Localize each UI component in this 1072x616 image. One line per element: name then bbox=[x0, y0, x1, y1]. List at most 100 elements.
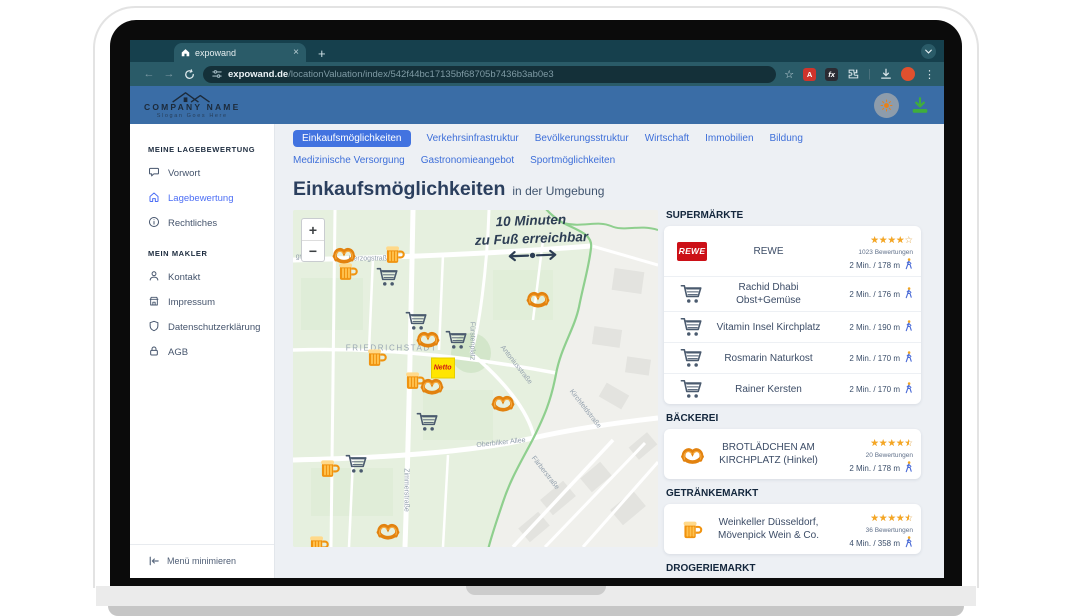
place-meta: 2 Min. / 176 m bbox=[825, 287, 913, 301]
place-row[interactable]: BROTLÄDCHEN AM KIRCHPLATZ (Hinkel)☆☆☆☆☆★… bbox=[664, 429, 921, 479]
map-marker-cart-icon[interactable] bbox=[345, 453, 369, 475]
sidebar-item-datenschutzerkl-rung[interactable]: Datenschutzerklärung bbox=[130, 315, 274, 340]
forward-icon[interactable]: → bbox=[159, 68, 179, 80]
place-meta: 2 Min. / 170 m bbox=[825, 382, 913, 396]
walk-icon bbox=[904, 258, 913, 272]
page-subtitle: in der Umgebung bbox=[512, 184, 604, 198]
downloads-icon[interactable] bbox=[880, 68, 892, 80]
sidebar-item-label: Kontakt bbox=[168, 272, 200, 283]
map-marker-pretzel-icon[interactable] bbox=[418, 375, 445, 396]
cart-icon bbox=[672, 316, 712, 338]
street-label: Zimmerstraße bbox=[403, 468, 410, 512]
address-bar[interactable]: expowand.de/locationValuation/index/542f… bbox=[203, 66, 776, 83]
sidebar-item-label: Vorwort bbox=[168, 168, 200, 179]
nav-tab[interactable]: Bildung bbox=[770, 130, 803, 147]
map-marker-beer-icon[interactable] bbox=[319, 456, 340, 479]
tab-close-icon[interactable]: × bbox=[293, 48, 299, 58]
map-marker-beer-icon[interactable] bbox=[308, 532, 329, 547]
page-title: Einkaufsmöglichkeiten bbox=[293, 178, 505, 200]
shield-icon bbox=[148, 320, 160, 335]
map-marker-pretzel-icon[interactable] bbox=[415, 328, 442, 349]
nav-tab[interactable]: Verkehrsinfrastruktur bbox=[427, 130, 519, 147]
sidebar-item-impressum[interactable]: Impressum bbox=[130, 290, 274, 315]
building-icon bbox=[148, 295, 160, 310]
place-row[interactable]: Rosmarin Naturkost2 Min. / 170 m bbox=[664, 342, 921, 373]
nav-tab[interactable]: Bevölkerungsstruktur bbox=[535, 130, 629, 147]
back-icon[interactable]: ← bbox=[139, 68, 159, 80]
map-marker-cart-icon[interactable] bbox=[445, 329, 469, 351]
extensions-puzzle-icon[interactable] bbox=[847, 68, 859, 80]
company-logo[interactable]: COMPANY NAME Slogan Goes Here bbox=[144, 90, 240, 119]
place-row[interactable]: Rainer Kersten2 Min. / 170 m bbox=[664, 373, 921, 404]
place-row[interactable]: Vitamin Insel Kirchplatz2 Min. / 190 m bbox=[664, 311, 921, 342]
toolbar-divider: | bbox=[868, 68, 871, 80]
company-slogan: Slogan Goes Here bbox=[157, 113, 228, 119]
rewe-logo: REWE bbox=[672, 242, 712, 261]
profile-avatar[interactable] bbox=[901, 67, 915, 81]
bookmark-star-icon[interactable]: ☆ bbox=[784, 68, 794, 81]
app-header: COMPANY NAME Slogan Goes Here bbox=[130, 86, 944, 124]
minimize-menu-button[interactable]: Menü minimieren bbox=[130, 544, 274, 578]
sidebar: MEINE LAGEBEWERTUNGVorwortLagebewertungR… bbox=[130, 124, 275, 578]
sidebar-item-agb[interactable]: AGB bbox=[130, 340, 274, 365]
nav-tab[interactable]: Gastronomieangebot bbox=[421, 152, 514, 169]
map-marker-cart-icon[interactable] bbox=[416, 411, 440, 433]
main-content: Einkaufsmöglichkeiten Verkehrsinfrastrukt… bbox=[275, 124, 944, 578]
site-settings-icon bbox=[212, 69, 222, 79]
star-filled-icons: ★★★★★ bbox=[870, 439, 908, 449]
sidebar-item-label: Rechtliches bbox=[168, 218, 217, 229]
walk-icon bbox=[904, 382, 913, 396]
laptop-mockup: expowand × + ← → expowand.de/locationVal… bbox=[0, 0, 1072, 616]
nav-tab[interactable]: Wirtschaft bbox=[645, 130, 689, 147]
map-marker-pretzel-icon[interactable] bbox=[489, 392, 516, 413]
new-tab-button[interactable]: + bbox=[318, 47, 326, 60]
sidebar-item-rechtliches[interactable]: Rechtliches bbox=[130, 211, 274, 236]
map-marker-beer-icon[interactable] bbox=[337, 259, 358, 282]
sidebar-item-kontakt[interactable]: Kontakt bbox=[130, 265, 274, 290]
tab-list-chevron-icon[interactable] bbox=[921, 44, 936, 59]
sidebar-item-lagebewertung[interactable]: Lagebewertung bbox=[130, 186, 274, 211]
home-favicon-icon bbox=[181, 48, 190, 57]
collapse-left-icon bbox=[148, 556, 160, 566]
nav-tab[interactable]: Sportmöglichkeiten bbox=[530, 152, 615, 169]
map[interactable]: gstraßeHerzogstraßeFRIEDRICHSTADTFürsten… bbox=[293, 210, 658, 547]
pdf-extension-icon[interactable]: A bbox=[803, 68, 816, 81]
walking-distance: 2 Min. / 170 m bbox=[825, 351, 913, 365]
sidebar-item-vorwort[interactable]: Vorwort bbox=[130, 161, 274, 186]
zoom-in-button[interactable]: + bbox=[302, 219, 324, 240]
map-marker-pretzel-icon[interactable] bbox=[374, 520, 401, 541]
place-row[interactable]: REWEREWE☆☆☆☆☆★★★★★1023 Bewertungen2 Min.… bbox=[664, 226, 921, 276]
refresh-icon[interactable] bbox=[179, 69, 199, 80]
place-card: BROTLÄDCHEN AM KIRCHPLATZ (Hinkel)☆☆☆☆☆★… bbox=[664, 429, 921, 479]
url-domain: expowand.de bbox=[228, 69, 288, 80]
map-marker-cart-icon[interactable] bbox=[376, 266, 400, 288]
beer-icon bbox=[672, 518, 712, 541]
download-report-button[interactable] bbox=[910, 96, 930, 115]
place-section-heading: BÄCKEREI bbox=[666, 413, 921, 424]
place-section-heading: SUPERMÄRKTE bbox=[666, 210, 921, 221]
rewe-logo: REWE bbox=[677, 242, 707, 261]
review-count: 36 Bewertungen bbox=[825, 527, 913, 534]
review-count: 1023 Bewertungen bbox=[825, 249, 913, 256]
nav-tab[interactable]: Medizinische Versorgung bbox=[293, 152, 405, 169]
place-meta: ☆☆☆☆☆★★★★★36 Bewertungen4 Min. / 358 m bbox=[825, 508, 913, 550]
nav-tab[interactable]: Einkaufsmöglichkeiten bbox=[293, 130, 411, 147]
map-zoom-control: + − bbox=[301, 218, 325, 262]
walking-distance: 2 Min. / 170 m bbox=[825, 382, 913, 396]
place-row[interactable]: Weinkeller Düsseldorf, Mövenpick Wein & … bbox=[664, 504, 921, 554]
nav-tab[interactable]: Immobilien bbox=[705, 130, 753, 147]
theme-toggle-button[interactable] bbox=[874, 93, 899, 118]
zoom-out-button[interactable]: − bbox=[302, 240, 324, 261]
map-marker-beer-icon[interactable] bbox=[385, 242, 406, 265]
place-row[interactable]: Rachid Dhabi Obst+Gemüse2 Min. / 176 m bbox=[664, 276, 921, 311]
info-icon bbox=[148, 216, 160, 231]
place-name: REWE bbox=[712, 245, 825, 258]
fx-extension-icon[interactable]: fx bbox=[825, 68, 838, 81]
map-marker-pretzel-icon[interactable] bbox=[524, 287, 551, 308]
url-path: /locationValuation/index/542f44bc17135bf… bbox=[288, 69, 554, 80]
place-name: Rosmarin Naturkost bbox=[712, 352, 825, 365]
map-marker-beer-icon[interactable] bbox=[366, 345, 387, 368]
browser-tab[interactable]: expowand × bbox=[174, 43, 306, 62]
browser-menu-icon[interactable]: ⋮ bbox=[924, 68, 935, 81]
star-rating: ☆☆☆☆☆★★★★★ bbox=[870, 236, 913, 246]
